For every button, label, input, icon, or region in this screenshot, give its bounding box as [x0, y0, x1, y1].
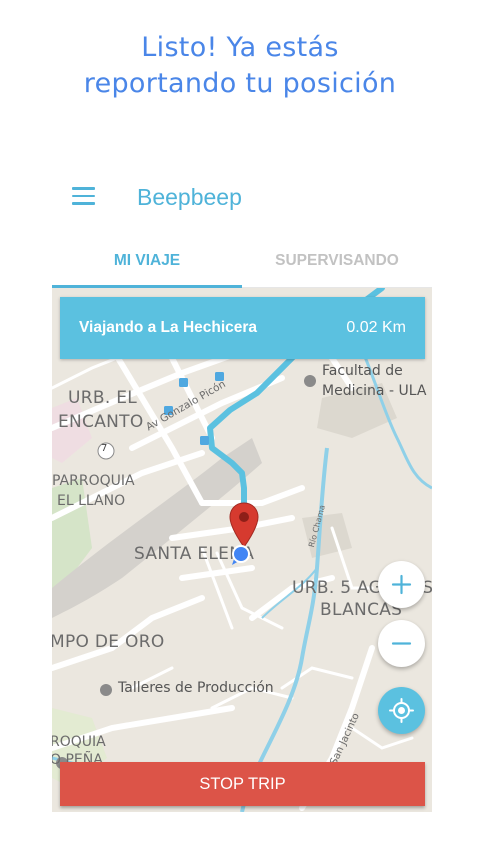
minus-icon	[391, 642, 412, 645]
route-shield-label: 7	[101, 443, 108, 454]
map-label-encanto: ENCANTO	[58, 412, 144, 432]
tab-supervisando[interactable]: SUPERVISANDO	[242, 244, 432, 288]
headline-line-1: Listo! Ya estás	[141, 32, 339, 63]
app-screen: Beepbeep MI VIAJE SUPERVISANDO 7 URB. EL…	[52, 160, 432, 812]
trip-destination: Viajando a La Hechicera	[79, 319, 258, 336]
crosshair-icon	[389, 698, 414, 723]
app-bar: Beepbeep	[52, 160, 432, 232]
hamburger-menu-icon[interactable]	[72, 187, 96, 205]
headline-line-2: reportando tu posición	[83, 68, 397, 99]
zoom-out-button[interactable]	[378, 620, 425, 667]
map-label-talleres: Talleres de Producción	[118, 680, 274, 696]
app-title: Beepbeep	[137, 184, 242, 210]
map-label-urb-el: URB. EL	[68, 388, 138, 408]
locate-me-button[interactable]	[378, 687, 425, 734]
map-label-mpo-de-oro: MPO DE ORO	[52, 632, 165, 652]
trip-distance: 0.02 Km	[346, 319, 406, 336]
stop-trip-button[interactable]: STOP TRIP	[60, 762, 425, 806]
trip-info-card: Viajando a La Hechicera 0.02 Km	[60, 297, 425, 359]
map-label-medicina: Medicina - ULA	[322, 383, 427, 399]
map-label-roquia: ROQUIA	[52, 734, 106, 750]
zoom-in-button[interactable]	[378, 561, 425, 608]
map-view[interactable]: 7 URB. EL ENCANTO PARROQUIA EL LLANO SAN…	[52, 288, 432, 812]
tab-bar: MI VIAJE SUPERVISANDO	[52, 244, 432, 288]
map-label-parroquia: PARROQUIA	[52, 473, 135, 489]
map-label-el-llano: EL LLANO	[57, 493, 126, 509]
map-label-facultad: Facultad de	[322, 363, 403, 379]
plus-icon	[391, 574, 412, 595]
headline: Listo! Ya estás reportando tu posición	[0, 30, 480, 102]
current-location-icon	[232, 545, 250, 565]
tab-mi-viaje[interactable]: MI VIAJE	[52, 244, 242, 288]
